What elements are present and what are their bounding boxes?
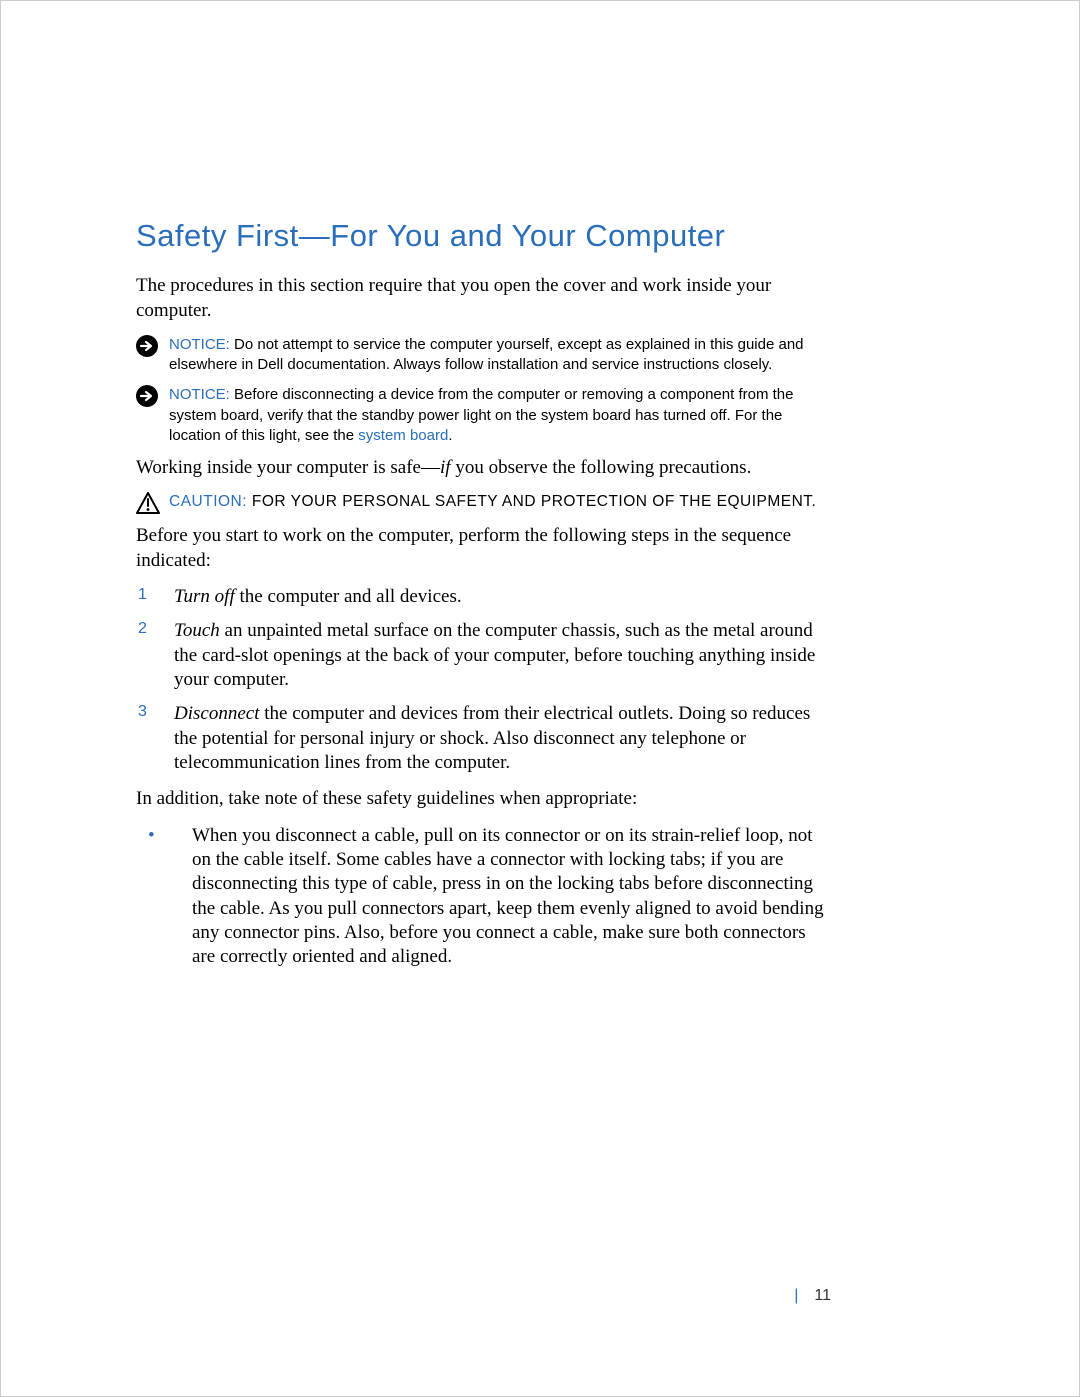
page-number-bar: | [794, 1287, 798, 1304]
step-verb: Touch [174, 620, 220, 641]
notice-label: NOTICE: [169, 336, 230, 353]
bullet-dot-icon: • [136, 824, 192, 970]
notice-arrow-icon [136, 385, 169, 446]
step-body: Turn off the computer and all devices. [174, 585, 829, 609]
notice-text: NOTICE: Before disconnecting a device fr… [169, 385, 829, 446]
step-body: Touch an unpainted metal surface on the … [174, 619, 829, 692]
step-number: 1 [136, 585, 174, 609]
step-rest: the computer and devices from their elec… [174, 703, 810, 773]
caution-block: CAUTION: FOR YOUR PERSONAL SAFETY AND PR… [136, 492, 829, 514]
intro-paragraph: The procedures in this section require t… [136, 274, 829, 323]
notice-body: Do not attempt to service the computer y… [169, 336, 804, 373]
caution-text: CAUTION: FOR YOUR PERSONAL SAFETY AND PR… [169, 492, 829, 514]
page-number: | 11 [794, 1286, 831, 1306]
notice-label: NOTICE: [169, 386, 230, 403]
section-heading: Safety First—For You and Your Computer [136, 216, 829, 256]
step-number: 2 [136, 619, 174, 692]
numbered-steps: 1 Turn off the computer and all devices.… [136, 585, 829, 775]
notice-block-2: NOTICE: Before disconnecting a device fr… [136, 385, 829, 446]
step-verb: Disconnect [174, 703, 259, 724]
working-pre: Working inside your computer is safe— [136, 457, 440, 478]
step-body: Disconnect the computer and devices from… [174, 702, 829, 775]
notice-text: NOTICE: Do not attempt to service the co… [169, 335, 829, 376]
caution-label: CAUTION: [169, 493, 252, 510]
caution-body: FOR YOUR PERSONAL SAFETY AND PROTECTION … [252, 493, 816, 510]
before-paragraph: Before you start to work on the computer… [136, 524, 829, 573]
working-if: if [440, 457, 451, 478]
step-number: 3 [136, 702, 174, 775]
step-rest: the computer and all devices. [235, 586, 462, 607]
caution-triangle-icon [136, 492, 169, 514]
notice-arrow-icon [136, 335, 169, 376]
notice-body-b: . [448, 427, 452, 444]
notice-body-a: Before disconnecting a device from the c… [169, 386, 793, 444]
system-board-link[interactable]: system board [358, 427, 448, 444]
page-number-value: 11 [814, 1287, 831, 1304]
step-verb: Turn off [174, 586, 235, 607]
bullet-body: When you disconnect a cable, pull on its… [192, 824, 829, 970]
addition-paragraph: In addition, take note of these safety g… [136, 787, 829, 811]
step: 2 Touch an unpainted metal surface on th… [136, 619, 829, 692]
step: 3 Disconnect the computer and devices fr… [136, 702, 829, 775]
working-post: you observe the following precautions. [451, 457, 752, 478]
step: 1 Turn off the computer and all devices. [136, 585, 829, 609]
working-paragraph: Working inside your computer is safe—if … [136, 456, 829, 480]
document-page: Safety First—For You and Your Computer T… [0, 0, 1080, 1397]
notice-block-1: NOTICE: Do not attempt to service the co… [136, 335, 829, 376]
bullet-item: • When you disconnect a cable, pull on i… [136, 824, 829, 970]
bullet-list: • When you disconnect a cable, pull on i… [136, 824, 829, 970]
step-rest: an unpainted metal surface on the comput… [174, 620, 815, 690]
